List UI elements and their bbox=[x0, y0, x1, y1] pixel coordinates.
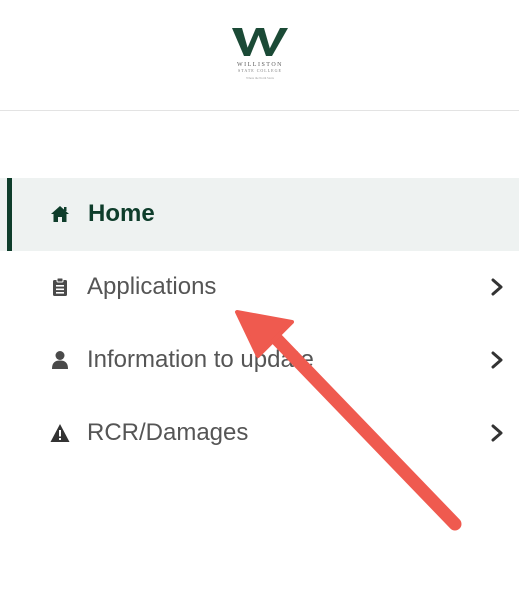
nav-item-rcr-damages[interactable]: RCR/Damages bbox=[0, 397, 519, 470]
sidebar-nav: Home Applications Information to update bbox=[0, 178, 519, 470]
nav-item-label: RCR/Damages bbox=[87, 419, 249, 446]
logo-line-2: STATE COLLEGE bbox=[238, 68, 282, 73]
nav-item-information-to-update[interactable]: Information to update bbox=[0, 324, 519, 397]
williston-w-icon bbox=[232, 28, 288, 56]
college-logo[interactable]: WILLISTON STATE COLLEGE Where the North … bbox=[218, 22, 302, 88]
nav-item-label: Applications bbox=[87, 273, 217, 300]
chevron-right-icon[interactable] bbox=[490, 424, 504, 442]
nav-item-home[interactable]: Home bbox=[0, 178, 519, 251]
nav-item-label: Information to update bbox=[87, 346, 314, 373]
home-icon bbox=[51, 206, 69, 222]
logo-line-3: Where the North Starts bbox=[246, 76, 274, 80]
clipboard-icon bbox=[53, 277, 67, 296]
nav-item-label: Home bbox=[88, 200, 155, 227]
chevron-right-icon[interactable] bbox=[490, 351, 504, 369]
app-page: WILLISTON STATE COLLEGE Where the North … bbox=[0, 0, 519, 597]
header: WILLISTON STATE COLLEGE Where the North … bbox=[0, 0, 519, 111]
user-icon bbox=[52, 351, 68, 369]
warning-icon bbox=[50, 424, 70, 442]
chevron-right-icon[interactable] bbox=[490, 278, 504, 296]
nav-item-applications[interactable]: Applications bbox=[0, 251, 519, 324]
active-indicator bbox=[7, 178, 12, 251]
